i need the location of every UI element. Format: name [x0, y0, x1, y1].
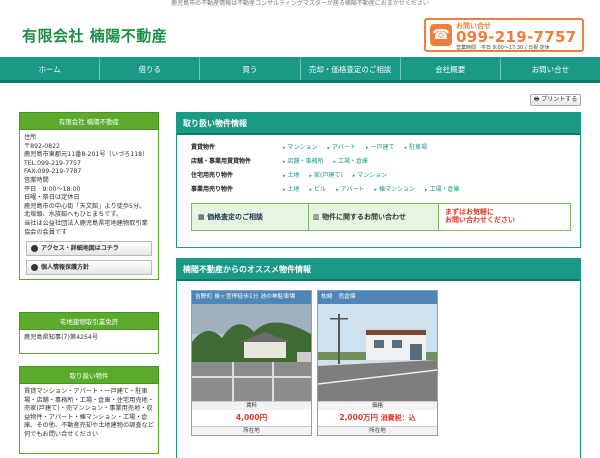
company-info-line: 鹿児島市東郡元11番8-201号（いづろ118）	[24, 151, 149, 159]
company-info-line: FAX.099-219-7787	[24, 168, 82, 176]
nav-buy[interactable]: 買う	[200, 57, 301, 80]
card-tax-note: 消費税：込	[380, 414, 416, 422]
property-type-link[interactable]: 土地	[283, 170, 300, 179]
card-rent-value: 4,000円	[235, 413, 268, 422]
property-type-link[interactable]: 駐車場	[404, 142, 427, 151]
properties-title: 取り扱い物件情報	[177, 113, 580, 135]
main-nav: ホーム 借りる 買う 売却・価格査定のご相談 会社概要 お問い合せ	[0, 57, 600, 83]
property-type-link[interactable]: アパート	[336, 184, 365, 193]
header-tagline: 鹿児島市の不動産情報は不動産コンサルティングマスターが居る楠陽不動産におまかせく…	[171, 0, 429, 7]
property-category-label: 住宅用売り物件	[191, 171, 234, 179]
nav-rent[interactable]: 借りる	[100, 57, 201, 80]
property-type-link[interactable]: アパート	[328, 142, 356, 151]
access-map-button[interactable]: アクセス・詳細地図はコチラ	[26, 241, 152, 257]
property-card[interactable]: 吉野町 後ヶ宮停徒歩1分 池の神駐車場 賃料 4,000円 所在地	[191, 290, 312, 436]
property-category-list: 賃貸物件マンションアパート一戸建て駐車場店舗・事業用賃貸物件店舗・事務所工場・倉…	[177, 135, 580, 195]
sidebar-company-body: 住所 〒892-0822 鹿児島市東郡元11番8-201号（いづろ118） TEL.0…	[19, 130, 159, 281]
property-category-row: 事業用売り物件 土地 ビル アパート棟マンション 工場・倉庫	[177, 181, 580, 195]
card-label-location: 所在地	[318, 426, 437, 435]
card-label-location: 所在地	[192, 426, 311, 435]
company-info-line: 平日 9:00〜18:00	[24, 185, 81, 193]
recommend-title: 楠陽不動産からのオススメ物件情報	[177, 259, 580, 281]
property-photo-parking[interactable]	[192, 304, 311, 401]
print-button[interactable]: 🖶 プリントする	[530, 94, 581, 106]
properties-section: 取り扱い物件情報 賃貸物件マンションアパート一戸建て駐車場店舗・事業用賃貸物件店…	[176, 112, 581, 248]
handling-text: 賃貸マンション・アパート・一戸建て・駐車場・店舗・事務所・工場・倉庫・住宅用売地…	[19, 384, 159, 454]
property-type-link[interactable]: 家(戸建て)	[310, 170, 343, 179]
sidebar-handling: 取り扱い物件 賃貸マンション・アパート・一戸建て・駐車場・店舗・事務所・工場・倉…	[19, 366, 159, 454]
contact-box[interactable]: ☎ お問い合せ 099-219-7757 営業時間 平日 9:00〜17:30 …	[424, 18, 584, 52]
company-info-line: 営業時間	[24, 176, 49, 184]
card-title: 吉野町 後ヶ宮停徒歩1分 池の神駐車場	[192, 291, 311, 304]
property-inquiry-button[interactable]: ▥ 物件に関するお問い合わせ	[309, 203, 439, 231]
property-type-link[interactable]: 棟マンション	[374, 184, 415, 193]
sidebar-license: 宅地建物取引業免許 鹿児島県知事(7)第4254号	[19, 312, 159, 354]
company-info-line: 〒892-0822	[24, 142, 60, 150]
property-type-link[interactable]: 土地	[283, 184, 300, 193]
license-title: 宅地建物取引業免許	[19, 312, 159, 330]
company-info-line: 当社は公益社団法人鹿児島県宅地建物取引業	[24, 219, 148, 227]
phone-icon: ☎	[430, 24, 452, 46]
sidebar-company: 有限会社 楠陽不動産 住所 〒892-0822 鹿児島市東郡元11番8-201号（い…	[19, 112, 159, 281]
card-title: 枕崎 売倉庫	[318, 291, 437, 304]
property-category-label: 店舗・事業用賃貸物件	[191, 157, 252, 165]
card-price-value: 2,000万円	[339, 413, 379, 422]
cta-banner: ▦ 価格査定のご相談 ▥ 物件に関するお問い合わせ まずはお気軽に お問い合わせく…	[191, 203, 571, 231]
building-icon: ▥	[313, 213, 320, 221]
company-info-line: TEL.099-219-7757	[24, 159, 81, 167]
business-hours: 営業時間 平日 9:00〜17:30 / 日祝 定休	[456, 45, 550, 51]
recommend-section: 楠陽不動産からのオススメ物件情報 吉野町 後ヶ宮停徒歩1分 池の神駐車場 賃料 …	[176, 258, 581, 458]
property-card[interactable]: 枕崎 売倉庫 価格 2,000万円 消費税：込 所在地	[317, 290, 438, 436]
nav-company[interactable]: 会社概要	[401, 57, 501, 80]
company-info-line: 北埠頭、水族館へもひとまちです。	[24, 211, 123, 219]
privacy-policy-button[interactable]: 個人情報保護方針	[26, 260, 152, 276]
company-info: 住所 〒892-0822 鹿児島市東郡元11番8-201号（いづろ118） TEL.0…	[24, 134, 154, 237]
nav-contact[interactable]: お問い合せ	[501, 57, 600, 80]
property-type-link[interactable]: ビル	[310, 184, 326, 193]
property-type-link[interactable]: 工場・倉庫	[425, 184, 460, 193]
card-label-rent: 賃料	[192, 401, 311, 410]
property-type-link[interactable]: 店舗・事務所	[283, 156, 324, 165]
nav-home[interactable]: ホーム	[0, 57, 101, 80]
handling-title: 取り扱い物件	[19, 366, 159, 384]
sidebar-company-title: 有限会社 楠陽不動産	[19, 112, 159, 130]
appraisal-label: 価格査定のご相談	[207, 213, 264, 221]
company-info-line: 協会の会員です	[24, 228, 68, 236]
contact-cta-button[interactable]: まずはお気軽に お問い合わせください	[439, 203, 571, 231]
property-type-link[interactable]: 一戸建て	[366, 142, 394, 151]
property-photo-warehouse[interactable]	[317, 304, 438, 401]
nav-sell-appraisal[interactable]: 売却・価格査定のご相談	[301, 57, 401, 80]
cta-line1: まずはお気軽に	[445, 208, 494, 216]
property-category-row: 店舗・事業用賃貸物件 店舗・事務所 工場・倉庫	[177, 153, 580, 167]
company-logo[interactable]: 有限会社 楠陽不動産	[22, 25, 167, 46]
card-label-price: 価格	[318, 401, 437, 410]
print-label: プリントする	[541, 96, 578, 103]
property-inquiry-label: 物件に関するお問い合わせ	[322, 213, 407, 221]
company-info-line: 住所	[24, 134, 37, 141]
property-category-label: 賃貸物件	[191, 143, 216, 151]
property-type-link[interactable]: 工場・倉庫	[334, 156, 368, 165]
appraisal-button[interactable]: ▦ 価格査定のご相談	[191, 203, 309, 231]
card-price-row: 2,000万円 消費税：込	[318, 410, 437, 426]
cta-line2: お問い合わせください	[445, 216, 515, 224]
property-type-link[interactable]: マンション	[353, 170, 387, 179]
property-category-row: 住宅用売り物件 土地 家(戸建て) マンション	[177, 167, 580, 181]
license-text: 鹿児島県知事(7)第4254号	[19, 330, 159, 354]
property-category-label: 事業用売り物件	[191, 185, 234, 193]
property-category-row: 賃貸物件 マンション アパート 一戸建て 駐車場	[177, 139, 580, 153]
property-type-link[interactable]: マンション	[283, 142, 318, 151]
company-info-line: 日曜・祭日は定休日	[24, 194, 80, 202]
calculator-icon: ▦	[198, 213, 205, 221]
